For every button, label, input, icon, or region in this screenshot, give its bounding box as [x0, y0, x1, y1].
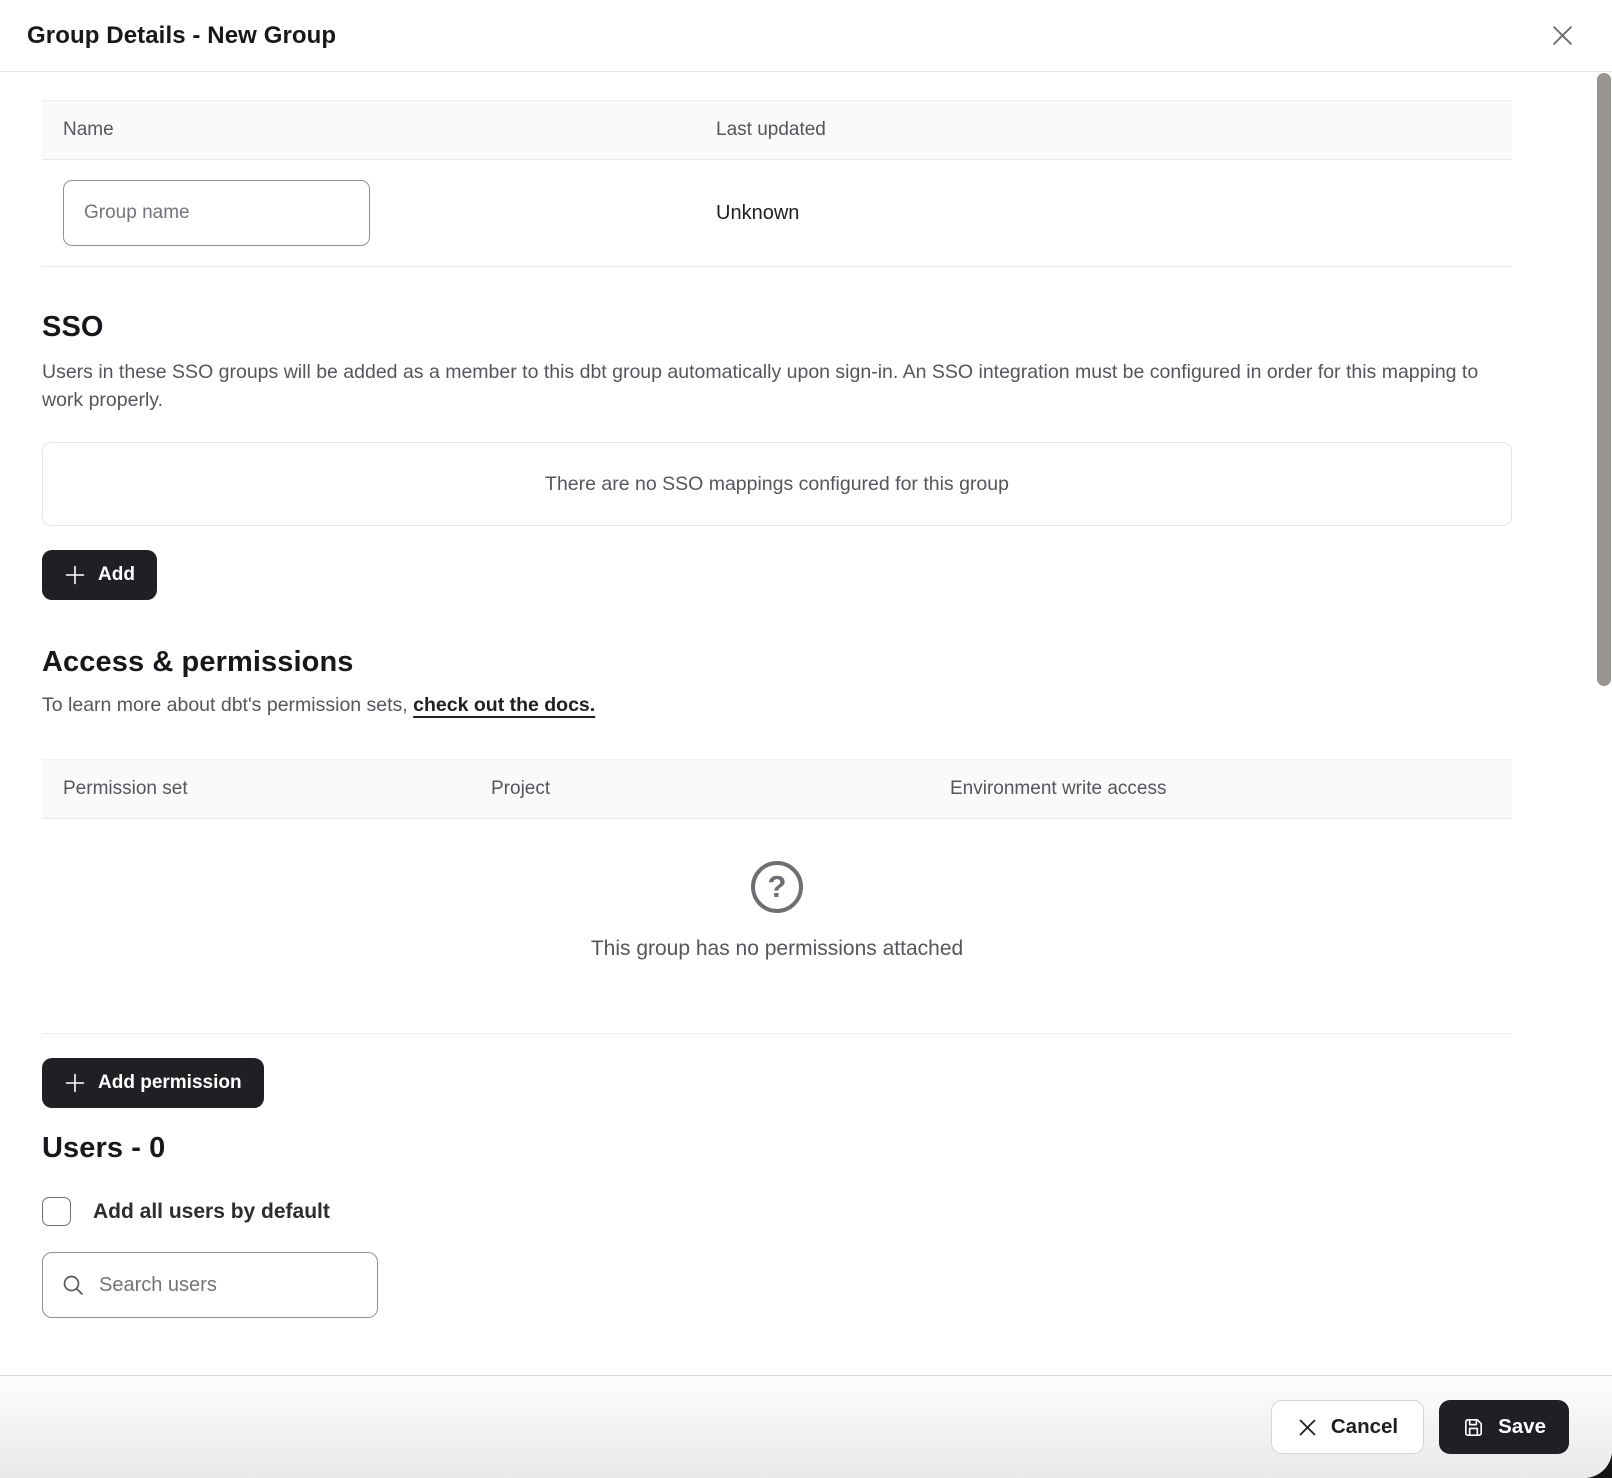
group-details-modal: Group Details - New Group Name Last upda…	[0, 0, 1612, 1478]
sso-empty-state: There are no SSO mappings configured for…	[42, 442, 1512, 526]
add-sso-mapping-label: Add	[98, 564, 135, 586]
last-updated-value: Unknown	[716, 202, 1512, 225]
cancel-x-icon	[1297, 1417, 1318, 1438]
cancel-label: Cancel	[1331, 1415, 1398, 1439]
plus-icon	[64, 1072, 86, 1094]
permissions-table: Permission set Project Environment write…	[42, 759, 1512, 1034]
column-header-permission-set: Permission set	[63, 776, 491, 802]
sso-description: Users in these SSO groups will be added …	[42, 358, 1512, 414]
users-heading: Users - 0	[42, 1132, 1512, 1165]
cancel-button[interactable]: Cancel	[1271, 1400, 1424, 1454]
column-header-environment-write-access: Environment write access	[950, 776, 1512, 802]
question-circle-icon: ?	[751, 861, 803, 913]
group-name-table: Name Last updated Unknown	[42, 100, 1512, 267]
access-permissions-description: To learn more about dbt's permission set…	[42, 691, 1512, 719]
add-permission-label: Add permission	[98, 1072, 242, 1094]
sso-heading: SSO	[42, 311, 1512, 344]
add-all-users-checkbox[interactable]	[42, 1197, 71, 1226]
sso-empty-state-text: There are no SSO mappings configured for…	[545, 473, 1009, 496]
modal-body: Name Last updated Unknown SSO Users in t…	[0, 72, 1612, 1375]
permissions-table-header: Permission set Project Environment write…	[42, 759, 1512, 819]
save-button[interactable]: Save	[1439, 1400, 1569, 1454]
add-all-users-label: Add all users by default	[93, 1200, 330, 1224]
add-all-users-row: Add all users by default	[42, 1197, 1512, 1226]
modal-title: Group Details - New Group	[27, 22, 336, 50]
docs-link[interactable]: check out the docs.	[413, 694, 595, 716]
column-header-name: Name	[63, 117, 716, 143]
vertical-scrollbar-thumb[interactable]	[1597, 73, 1611, 686]
close-icon	[1550, 23, 1575, 48]
group-name-row: Unknown	[42, 160, 1512, 267]
column-header-last-updated: Last updated	[716, 117, 1512, 143]
access-permissions-heading: Access & permissions	[42, 646, 1512, 679]
add-sso-mapping-button[interactable]: Add	[42, 550, 157, 600]
add-permission-button[interactable]: Add permission	[42, 1058, 264, 1108]
search-users-box	[42, 1252, 378, 1318]
permissions-empty-state: ? This group has no permissions attached	[42, 819, 1512, 1034]
modal-footer: Cancel Save	[0, 1375, 1612, 1478]
search-users-input[interactable]	[99, 1274, 359, 1297]
permissions-empty-state-text: This group has no permissions attached	[591, 937, 963, 961]
save-label: Save	[1498, 1415, 1546, 1439]
close-button[interactable]	[1544, 18, 1580, 54]
save-floppy-icon	[1462, 1416, 1485, 1439]
search-icon	[61, 1273, 85, 1297]
modal-header: Group Details - New Group	[0, 0, 1612, 72]
group-name-input[interactable]	[63, 180, 370, 246]
column-header-project: Project	[491, 776, 950, 802]
plus-icon	[64, 564, 86, 586]
group-name-table-header: Name Last updated	[42, 100, 1512, 160]
access-description-text: To learn more about dbt's permission set…	[42, 694, 413, 716]
